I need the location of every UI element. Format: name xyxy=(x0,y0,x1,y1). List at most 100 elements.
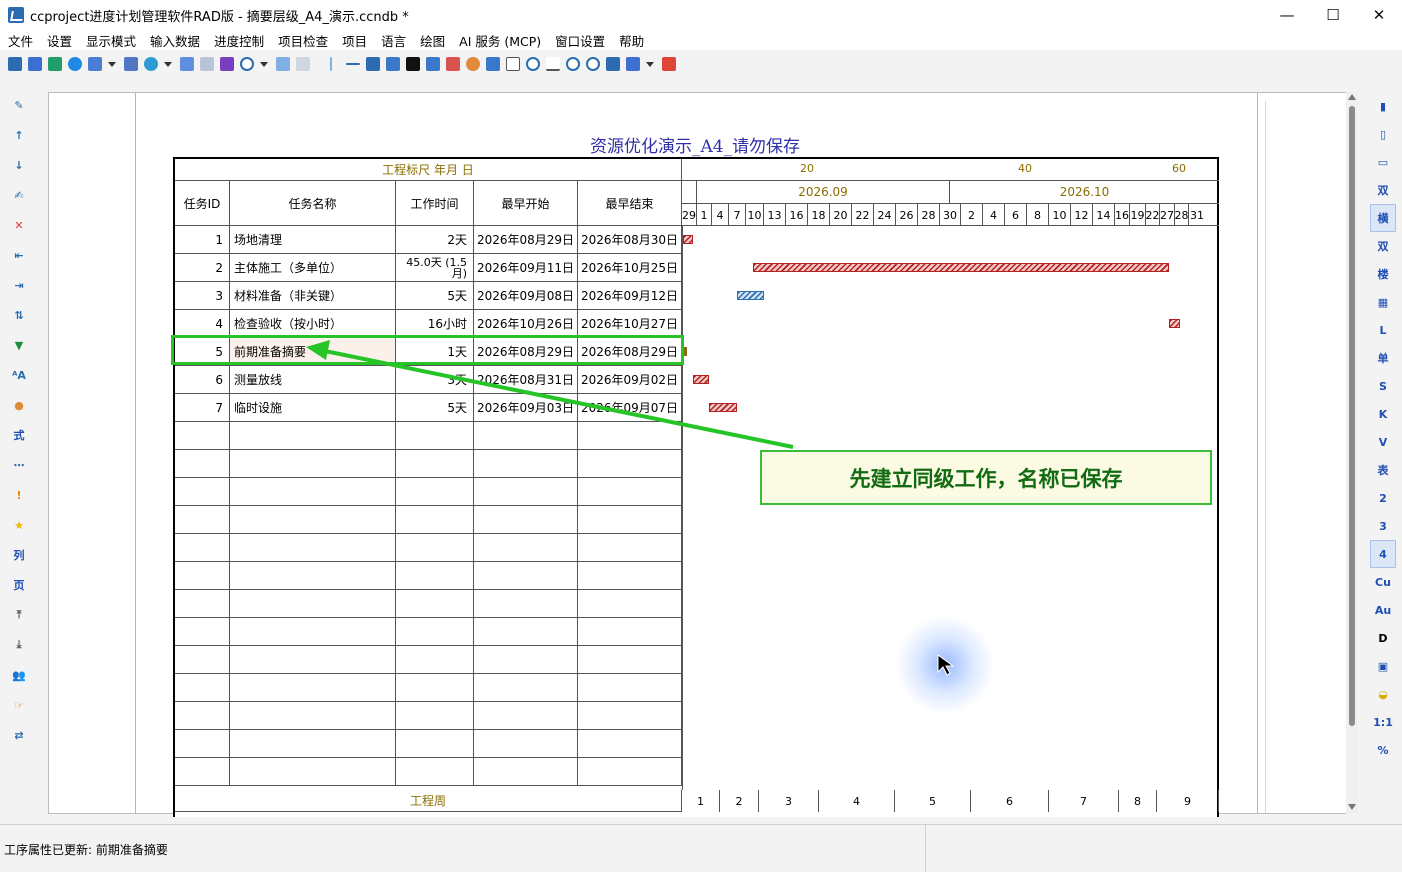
empty-cell[interactable] xyxy=(578,618,682,646)
link-icon[interactable] xyxy=(426,57,440,71)
users-icon[interactable]: 👥 xyxy=(6,660,32,690)
empty-cell[interactable] xyxy=(175,590,230,618)
grid-icon[interactable]: ▦ xyxy=(1370,288,1396,316)
duration-cell[interactable]: 16小时 xyxy=(396,310,474,338)
empty-cell[interactable] xyxy=(578,590,682,618)
minimize-button[interactable]: — xyxy=(1264,0,1310,30)
task-id-cell[interactable]: 4 xyxy=(175,310,230,338)
indent-icon[interactable]: ⇥ xyxy=(6,270,32,300)
close-button[interactable]: ✕ xyxy=(1356,0,1402,30)
contrast-icon[interactable] xyxy=(406,57,420,71)
menu-draw[interactable]: 绘图 xyxy=(420,31,445,50)
empty-cell[interactable] xyxy=(230,450,396,478)
palette-icon[interactable] xyxy=(466,57,480,71)
formula-button[interactable]: 式 xyxy=(6,420,32,450)
menu-window-settings[interactable]: 窗口设置 xyxy=(555,31,605,50)
comment-icon[interactable]: ◒ xyxy=(1370,680,1396,708)
header-task-id[interactable]: 任务ID xyxy=(175,181,230,226)
gantt-bar[interactable] xyxy=(709,403,737,412)
level-4-button[interactable]: 4 xyxy=(1370,540,1396,568)
empty-cell[interactable] xyxy=(175,618,230,646)
menu-help[interactable]: 帮助 xyxy=(619,31,644,50)
header-duration[interactable]: 工作时间 xyxy=(396,181,474,226)
task-name-cell[interactable]: 材料准备（非关键） xyxy=(230,282,396,310)
empty-cell[interactable] xyxy=(230,702,396,730)
columns-icon[interactable] xyxy=(366,57,380,71)
d-button[interactable]: D xyxy=(1370,624,1396,652)
chevron-down-icon[interactable] xyxy=(260,61,268,67)
menu-project[interactable]: 项目 xyxy=(342,31,367,50)
view-horizontal-button[interactable]: 横 xyxy=(1370,204,1396,232)
task-id-cell[interactable]: 1 xyxy=(175,226,230,254)
empty-cell[interactable] xyxy=(474,730,578,758)
cu-button[interactable]: Cu xyxy=(1370,568,1396,596)
save-icon[interactable] xyxy=(48,57,62,71)
view-k-button[interactable]: K xyxy=(1370,400,1396,428)
menu-input-data[interactable]: 输入数据 xyxy=(150,31,200,50)
print-icon[interactable] xyxy=(124,57,138,71)
swap-icon[interactable]: ⇄ xyxy=(6,720,32,750)
empty-cell[interactable] xyxy=(396,646,474,674)
view-l-button[interactable]: L xyxy=(1370,316,1396,344)
view-single-button[interactable]: 单 xyxy=(1370,344,1396,372)
duration-cell[interactable]: 5天 xyxy=(396,282,474,310)
start-cell[interactable]: 2026年09月11日 xyxy=(474,254,578,282)
gantt-bar[interactable] xyxy=(683,235,693,244)
palette-icon[interactable]: ● xyxy=(6,390,32,420)
start-cell[interactable]: 2026年08月29日 xyxy=(474,226,578,254)
empty-cell[interactable] xyxy=(474,646,578,674)
finish-cell[interactable]: 2026年10月27日 xyxy=(578,310,682,338)
start-cell[interactable]: 2026年08月31日 xyxy=(474,366,578,394)
empty-cell[interactable] xyxy=(396,450,474,478)
task-id-cell[interactable]: 7 xyxy=(175,394,230,422)
empty-cell[interactable] xyxy=(578,562,682,590)
menu-display-mode[interactable]: 显示模式 xyxy=(86,31,136,50)
move-top-icon[interactable]: ⤒ xyxy=(6,600,32,630)
empty-cell[interactable] xyxy=(230,506,396,534)
column-button[interactable]: 列 xyxy=(6,540,32,570)
empty-cell[interactable] xyxy=(474,758,578,786)
percent-button[interactable]: % xyxy=(1370,736,1396,764)
gantt-bar[interactable] xyxy=(753,263,1169,272)
panel-left-icon[interactable]: ▮ xyxy=(1370,92,1396,120)
empty-cell[interactable] xyxy=(474,422,578,450)
finish-cell[interactable]: 2026年08月30日 xyxy=(578,226,682,254)
paste-icon[interactable] xyxy=(200,57,214,71)
empty-cell[interactable] xyxy=(175,730,230,758)
zoom-in-icon[interactable] xyxy=(586,57,600,71)
empty-cell[interactable] xyxy=(474,702,578,730)
duration-cell[interactable]: 45.0天 (1.5月) xyxy=(396,254,474,282)
empty-cell[interactable] xyxy=(578,646,682,674)
edit-icon[interactable]: ✍ xyxy=(6,180,32,210)
chevron-down-icon[interactable] xyxy=(164,61,172,67)
empty-cell[interactable] xyxy=(396,506,474,534)
empty-cell[interactable] xyxy=(175,562,230,590)
sort-icon[interactable] xyxy=(386,57,400,71)
empty-cell[interactable] xyxy=(396,478,474,506)
format-painter-icon[interactable] xyxy=(220,57,234,71)
collapse-icon[interactable] xyxy=(606,57,620,71)
red-folder-icon[interactable] xyxy=(662,57,676,71)
empty-cell[interactable] xyxy=(230,478,396,506)
outdent-icon[interactable]: ⇤ xyxy=(6,240,32,270)
level-3-button[interactable]: 3 xyxy=(1370,512,1396,540)
gantt-bar[interactable] xyxy=(737,291,764,300)
empty-cell[interactable] xyxy=(474,450,578,478)
hand-pointer-icon[interactable]: ☞ xyxy=(6,690,32,720)
task-name-cell[interactable]: 场地清理 xyxy=(230,226,396,254)
task-id-cell[interactable]: 3 xyxy=(175,282,230,310)
open-folder-icon[interactable] xyxy=(28,57,42,71)
level-2-button[interactable]: 2 xyxy=(1370,484,1396,512)
panel-right-icon[interactable]: ▯ xyxy=(1370,120,1396,148)
task-name-cell[interactable]: 测量放线 xyxy=(230,366,396,394)
gantt-bar[interactable] xyxy=(693,375,709,384)
empty-cell[interactable] xyxy=(578,478,682,506)
menu-settings[interactable]: 设置 xyxy=(47,31,72,50)
scroll-down-icon[interactable] xyxy=(1348,804,1356,810)
view-building-button[interactable]: 楼 xyxy=(1370,260,1396,288)
empty-cell[interactable] xyxy=(578,674,682,702)
view-table-button[interactable]: 表 xyxy=(1370,456,1396,484)
empty-cell[interactable] xyxy=(175,758,230,786)
arrow-down-icon[interactable]: ↓ xyxy=(6,150,32,180)
empty-cell[interactable] xyxy=(578,506,682,534)
